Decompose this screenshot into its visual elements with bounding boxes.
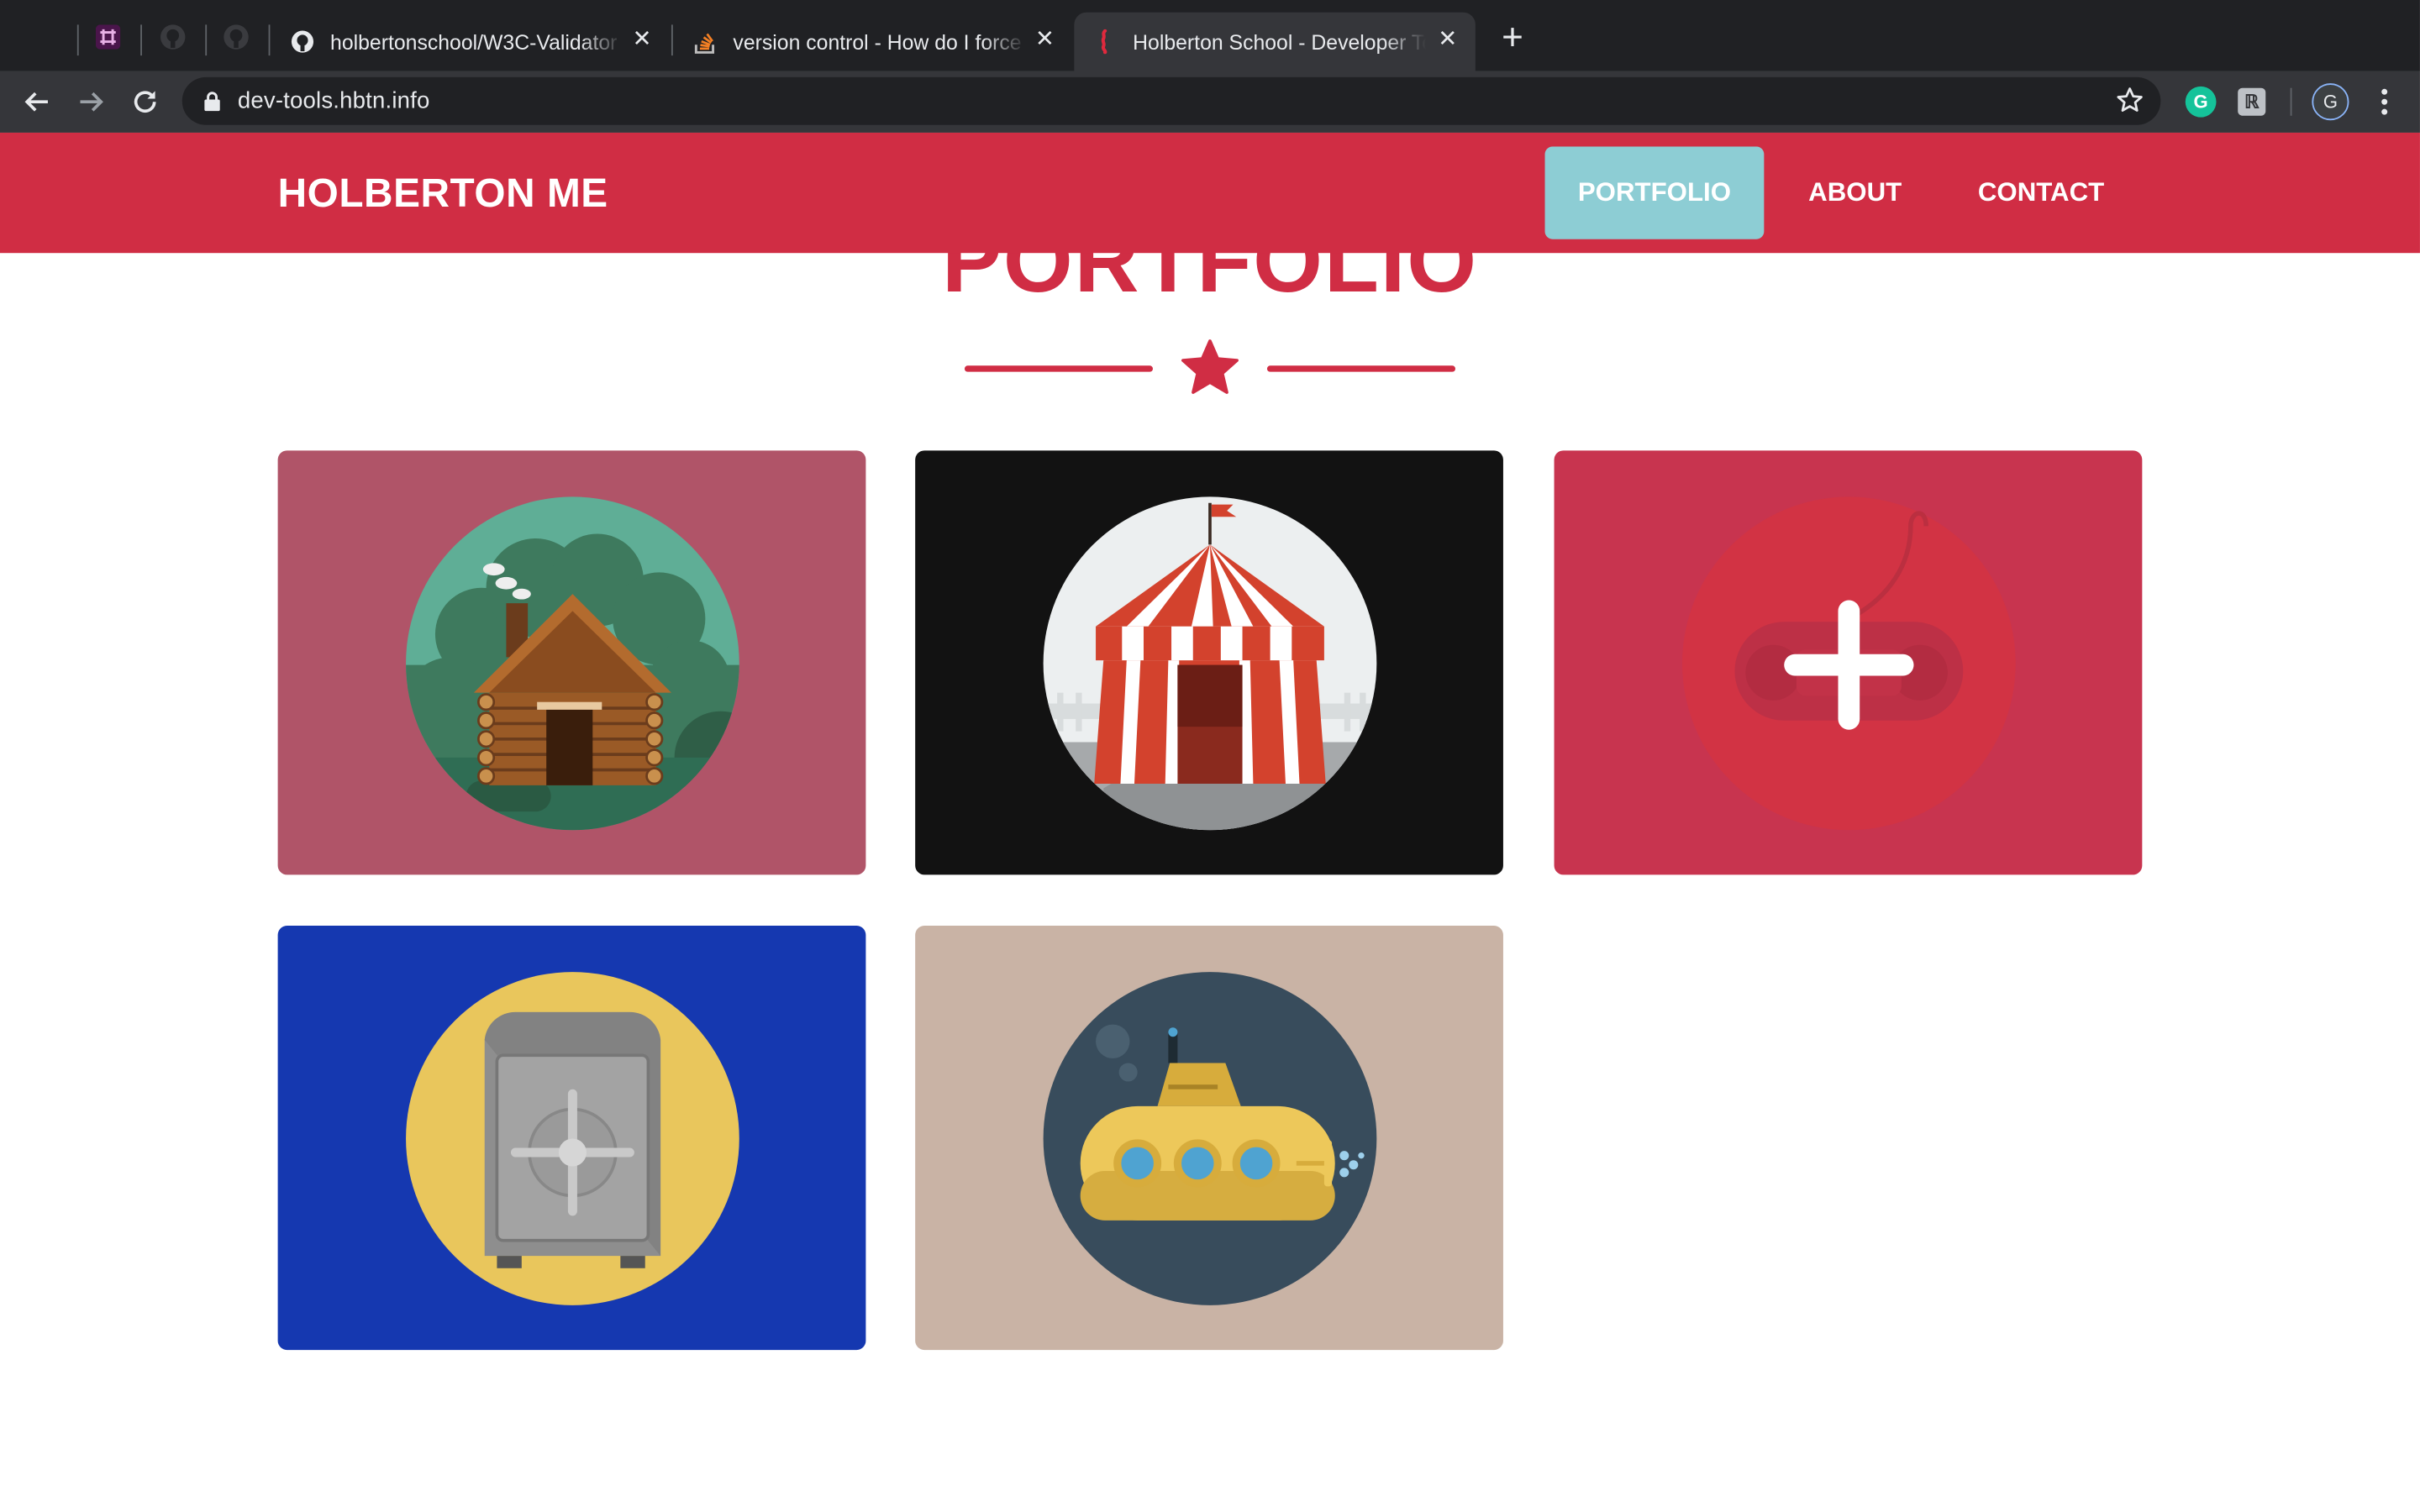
portfolio-item-cabin[interactable]	[277, 450, 866, 875]
tab-w3c-validator[interactable]: holbertonschool/W3C-Validator ✕	[271, 13, 670, 71]
pinned-tab-github[interactable]	[155, 18, 192, 55]
browser-tab-strip: holbertonschool/W3C-Validator ✕ version …	[0, 0, 2420, 71]
address-bar[interactable]: dev-tools.hbtn.info	[182, 76, 2161, 125]
tab-separator	[268, 24, 271, 56]
browser-toolbar: dev-tools.hbtn.info G ℝ G	[0, 71, 2420, 133]
divider-line-right	[1266, 365, 1456, 372]
arrow-right-icon	[80, 92, 103, 112]
tab-separator	[205, 24, 208, 56]
extension-icon[interactable]: ℝ	[2238, 87, 2266, 116]
lock-icon	[204, 92, 220, 112]
close-icon[interactable]: ✕	[1033, 27, 1057, 52]
tab-separator	[140, 24, 142, 56]
profile-avatar[interactable]: G	[2312, 83, 2349, 121]
submarine-icon	[1043, 972, 1377, 1305]
tab-separator	[671, 24, 673, 56]
tab-title: Holberton School - Developer Tools	[1133, 29, 1426, 54]
toolbar-separator	[2290, 87, 2292, 116]
tab-title: holbertonschool/W3C-Validator	[330, 29, 618, 54]
pinned-tab-slack[interactable]	[90, 18, 127, 55]
portfolio-item-game[interactable]	[1554, 450, 2143, 875]
arrow-left-icon	[24, 92, 48, 112]
nav-portfolio[interactable]: PORTFOLIO	[1544, 146, 1765, 239]
tab-title: version control - How do I force	[733, 29, 1022, 54]
stackoverflow-icon	[693, 29, 718, 54]
close-icon[interactable]: ✕	[629, 27, 654, 52]
forward-button[interactable]	[72, 83, 109, 120]
safe-icon	[406, 972, 739, 1305]
site-brand[interactable]: HOLBERTON ME	[278, 170, 608, 218]
star-icon	[1181, 339, 1239, 394]
github-icon	[224, 24, 249, 50]
portfolio-item-submarine[interactable]	[915, 926, 1503, 1351]
slack-icon	[95, 24, 121, 50]
divider-line-left	[964, 365, 1154, 372]
github-icon	[290, 29, 314, 54]
url-text: dev-tools.hbtn.info	[237, 87, 430, 114]
kebab-menu-icon	[2381, 88, 2388, 115]
circus-tent-icon	[1043, 496, 1377, 831]
back-button[interactable]	[18, 83, 55, 120]
gamepad-icon	[1682, 496, 2016, 831]
tab-separator	[76, 24, 79, 56]
site-navbar: HOLBERTON ME PORTFOLIO ABOUT CONTACT	[0, 132, 2420, 254]
bookmark-star-icon[interactable]	[2114, 85, 2145, 116]
close-icon[interactable]: ✕	[1435, 27, 1460, 52]
pinned-tab[interactable]	[28, 18, 65, 55]
portfolio-item-safe[interactable]	[277, 926, 866, 1351]
github-icon	[160, 24, 186, 50]
grammarly-icon[interactable]: G	[2185, 86, 2217, 118]
log-cabin-icon	[406, 496, 739, 831]
reload-button[interactable]	[127, 83, 164, 120]
reload-icon	[134, 91, 156, 113]
nav-contact[interactable]: CONTACT	[1948, 146, 2134, 239]
more-menu-button[interactable]	[2366, 83, 2403, 120]
nav-about[interactable]: ABOUT	[1780, 146, 1931, 239]
holberton-icon	[1092, 29, 1117, 55]
new-tab-button[interactable]: +	[1494, 19, 1531, 59]
portfolio-item-circus[interactable]	[915, 450, 1503, 875]
pinned-tab-github[interactable]	[218, 18, 255, 55]
tab-holberton[interactable]: Holberton School - Developer Tools ✕	[1074, 12, 1476, 71]
tab-stackoverflow[interactable]: version control - How do I force ✕	[675, 13, 1073, 71]
